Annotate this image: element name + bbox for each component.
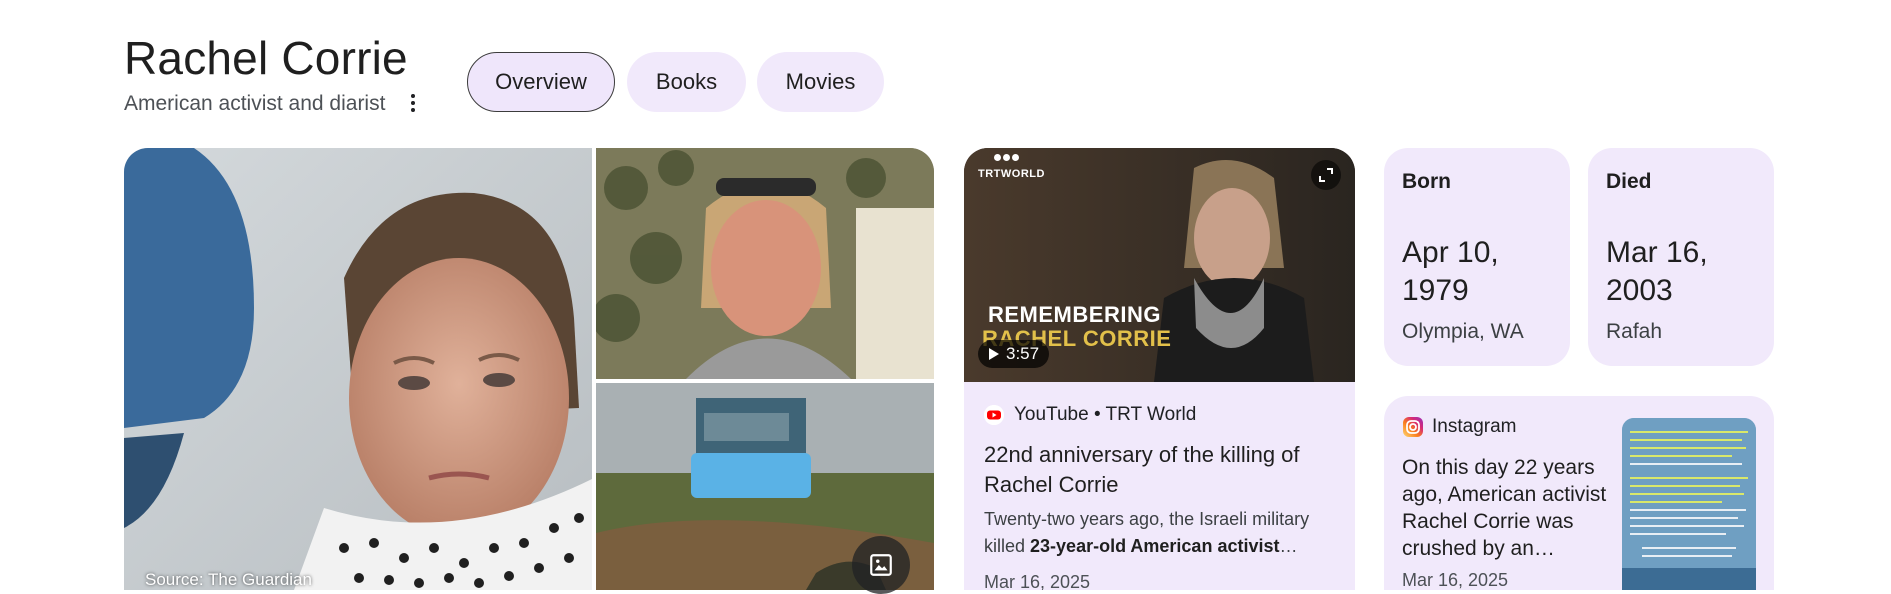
tab-movies[interactable]: Movies (757, 52, 884, 112)
main-image[interactable] (124, 148, 592, 590)
instagram-source: Instagram (1402, 416, 1516, 438)
expand-button[interactable] (1311, 160, 1341, 190)
more-vert-icon (411, 94, 415, 98)
video-thumbnail[interactable]: TRTWORLD REMEMBERING RACHEL CORRIE 3:57 (964, 148, 1355, 382)
instagram-post-text[interactable]: On this day 22 years ago, American ac­ti… (1402, 454, 1612, 562)
video-duration: 3:57 (1006, 344, 1040, 363)
expand-icon (1319, 168, 1333, 182)
instagram-source-label: Instagram (1432, 416, 1517, 437)
page-subtitle: American activist and diarist (124, 92, 386, 115)
image-search-button[interactable] (852, 536, 910, 594)
youtube-icon (984, 405, 1004, 425)
image-icon (870, 554, 892, 576)
tab-books[interactable]: Books (627, 52, 746, 112)
born-card[interactable]: Born Apr 10, 1979 Olympia, WA (1384, 148, 1570, 366)
instagram-icon (1403, 417, 1423, 437)
born-place: Olympia, WA (1402, 320, 1524, 343)
image-source-label: Source: The Guardian (145, 570, 312, 589)
video-card[interactable]: TRTWORLD REMEMBERING RACHEL CORRIE 3:57 … (964, 148, 1355, 590)
died-card[interactable]: Died Mar 16, 2003 Rafah (1588, 148, 1774, 366)
instagram-card[interactable]: Instagram On this day 22 years ago, Amer… (1384, 396, 1774, 590)
instagram-thumbnail[interactable] (1622, 418, 1756, 590)
video-overlay-text: REMEMBERING (988, 302, 1161, 327)
died-place: Rafah (1606, 320, 1663, 343)
video-duration-badge[interactable]: 3:57 (978, 340, 1050, 368)
born-label: Born (1402, 170, 1451, 193)
video-snippet: Twenty-two years ago, the Israeli milita… (984, 509, 1310, 556)
channel-brand: TRTWORLD (978, 168, 1045, 180)
video-date: Mar 16, 2025 (984, 572, 1091, 590)
play-icon (989, 348, 999, 360)
more-options-button[interactable] (400, 88, 426, 118)
born-date: Apr 10, 1979 (1402, 236, 1499, 307)
video-title[interactable]: 22nd anniversary of the killing of Rache… (984, 440, 1344, 500)
portrait-image[interactable] (596, 148, 934, 379)
video-source-label: YouTube • TRT World (1014, 404, 1197, 425)
tab-overview[interactable]: Overview (467, 52, 615, 112)
died-label: Died (1606, 170, 1652, 193)
video-snippet-bold: 23-year-old American activist (1030, 536, 1280, 556)
video-source: YouTube • TRT World (984, 404, 1196, 426)
instagram-date: Mar 16, 2025 (1402, 570, 1509, 590)
page-title: Rachel Corrie (124, 32, 408, 84)
died-date: Mar 16, 2003 (1606, 236, 1708, 307)
